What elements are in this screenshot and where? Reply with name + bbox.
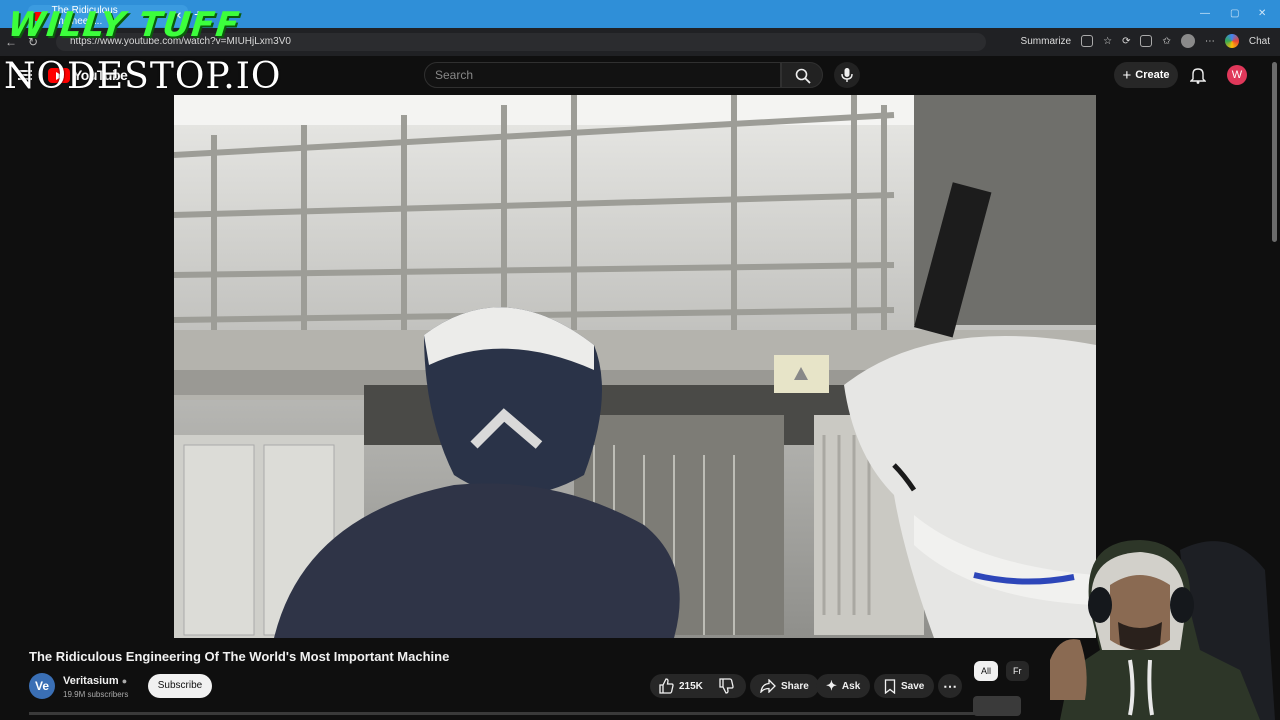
like-button[interactable]: 215K bbox=[658, 678, 703, 694]
ask-label: Ask bbox=[841, 680, 861, 692]
webcam-feed-image bbox=[1050, 540, 1275, 720]
search-icon bbox=[795, 68, 811, 84]
minimize-icon[interactable]: — bbox=[1200, 8, 1210, 19]
chat-logo-icon[interactable] bbox=[1224, 34, 1239, 48]
extension-icon[interactable] bbox=[1081, 35, 1094, 47]
create-button[interactable]: + Create bbox=[1114, 62, 1178, 88]
microphone-icon bbox=[841, 68, 853, 82]
summarize-button[interactable]: Summarize bbox=[1021, 36, 1072, 47]
thumbs-up-icon bbox=[659, 678, 674, 694]
refresh-extension-icon[interactable]: ⟳ bbox=[1122, 36, 1130, 47]
star-icon[interactable]: ☆ bbox=[1103, 36, 1112, 47]
description-divider bbox=[29, 712, 974, 715]
more-horizontal-icon: ⋯ bbox=[943, 677, 957, 694]
save-button[interactable]: Save bbox=[874, 674, 935, 698]
filter-chip-from-channel[interactable]: Fr bbox=[1006, 661, 1029, 681]
notifications-bell-icon[interactable] bbox=[1190, 66, 1206, 84]
search-input[interactable]: Search bbox=[424, 62, 781, 88]
related-video-thumbnail[interactable] bbox=[973, 696, 1021, 716]
bookmark-icon bbox=[884, 678, 896, 694]
filter-chip-all[interactable]: All bbox=[974, 661, 999, 681]
share-arrow-icon bbox=[760, 679, 776, 693]
puzzle-icon[interactable] bbox=[1140, 35, 1153, 47]
create-label: Create bbox=[1135, 69, 1170, 81]
subscriber-count: 19.9M subscribers bbox=[63, 690, 129, 699]
like-dislike-group: 215K bbox=[650, 674, 746, 698]
window-close-icon[interactable]: ✕ bbox=[1258, 8, 1266, 19]
chat-button[interactable]: Chat bbox=[1249, 36, 1270, 47]
subscribe-button[interactable]: Subscribe bbox=[148, 674, 212, 698]
share-label: Share bbox=[781, 680, 809, 692]
more-actions-button[interactable]: ⋯ bbox=[938, 674, 962, 698]
streamer-name-overlay: WILLY TUFF bbox=[5, 5, 243, 45]
maximize-icon[interactable]: ▢ bbox=[1230, 8, 1239, 19]
sparkle-icon: ✦ bbox=[826, 678, 837, 693]
video-frame-cleanroom bbox=[174, 95, 1096, 638]
watermark-overlay: NODESTOP.IO bbox=[4, 56, 282, 97]
verified-badge-icon: ● bbox=[121, 676, 128, 686]
profile-avatar[interactable] bbox=[1180, 34, 1195, 48]
streamer-webcam bbox=[1030, 530, 1275, 720]
favorites-icon[interactable]: ✩ bbox=[1162, 36, 1170, 47]
thumbs-down-icon[interactable] bbox=[718, 678, 734, 694]
channel-name-text: Veritasium bbox=[63, 675, 119, 687]
search-button[interactable] bbox=[781, 62, 823, 88]
page-scrollbar-thumb[interactable] bbox=[1272, 62, 1277, 242]
channel-name[interactable]: Veritasium ● bbox=[63, 675, 127, 687]
video-title: The Ridiculous Engineering Of The World'… bbox=[29, 649, 450, 664]
voice-search-button[interactable] bbox=[834, 62, 860, 88]
more-menu-icon[interactable]: ⋯ bbox=[1205, 36, 1215, 47]
save-label: Save bbox=[901, 680, 925, 692]
channel-avatar[interactable]: Ve bbox=[29, 673, 55, 699]
user-avatar[interactable]: W bbox=[1227, 65, 1247, 85]
like-count: 215K bbox=[679, 680, 703, 692]
share-button[interactable]: Share bbox=[750, 674, 819, 698]
video-player[interactable] bbox=[174, 95, 1096, 638]
ask-button[interactable]: ✦ Ask bbox=[816, 674, 871, 698]
plus-icon: + bbox=[1122, 66, 1132, 84]
